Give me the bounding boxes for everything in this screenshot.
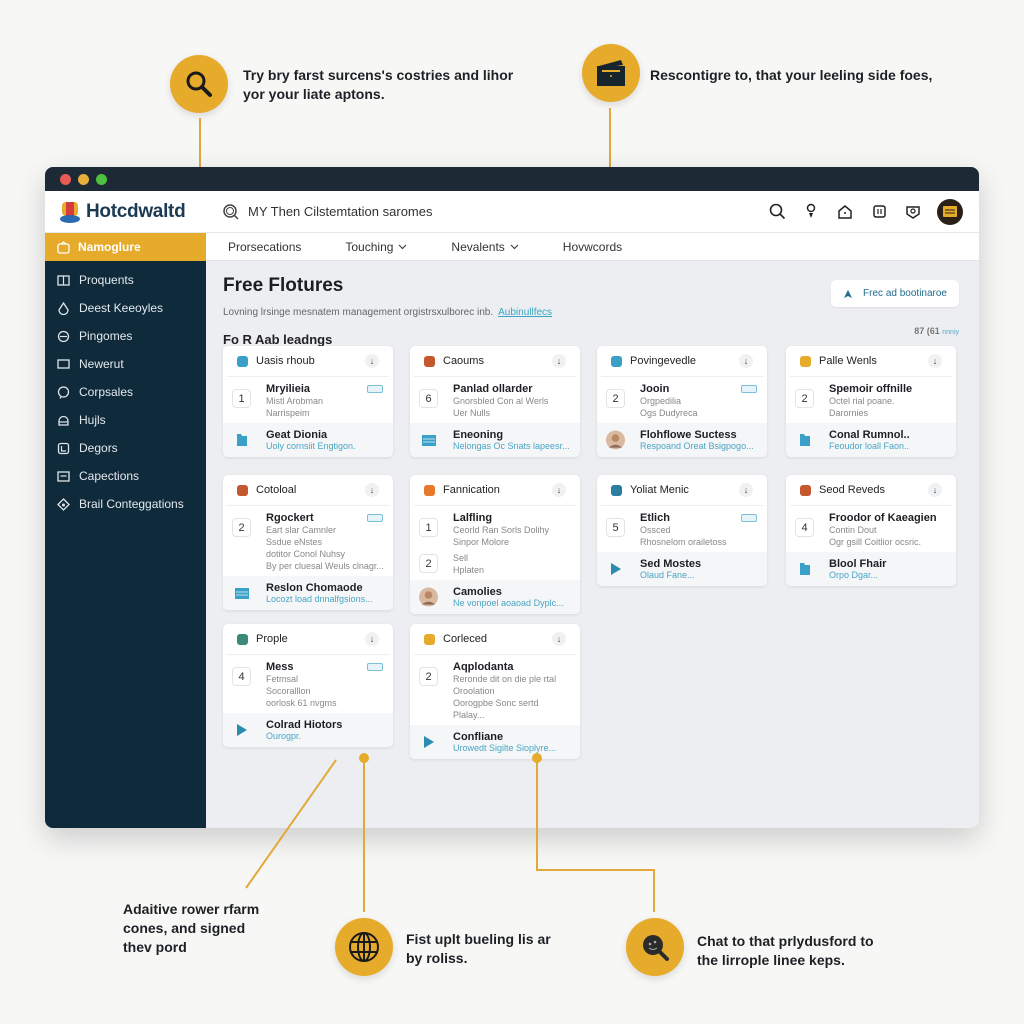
chat-callout (626, 918, 684, 976)
globe-icon (349, 932, 379, 962)
connector-lines (245, 753, 655, 912)
callout-text-bottom-center: Fist uplt bueling lis ar by roliss. (406, 931, 551, 966)
callout-text-bottom-right: Chat to that prlydusford to the lirrople… (697, 933, 874, 968)
callout-text-bottom-left: Adaitive rower rfarm cones, and signed t… (123, 901, 260, 955)
globe-callout (335, 918, 393, 976)
chat-search-icon (643, 935, 669, 961)
